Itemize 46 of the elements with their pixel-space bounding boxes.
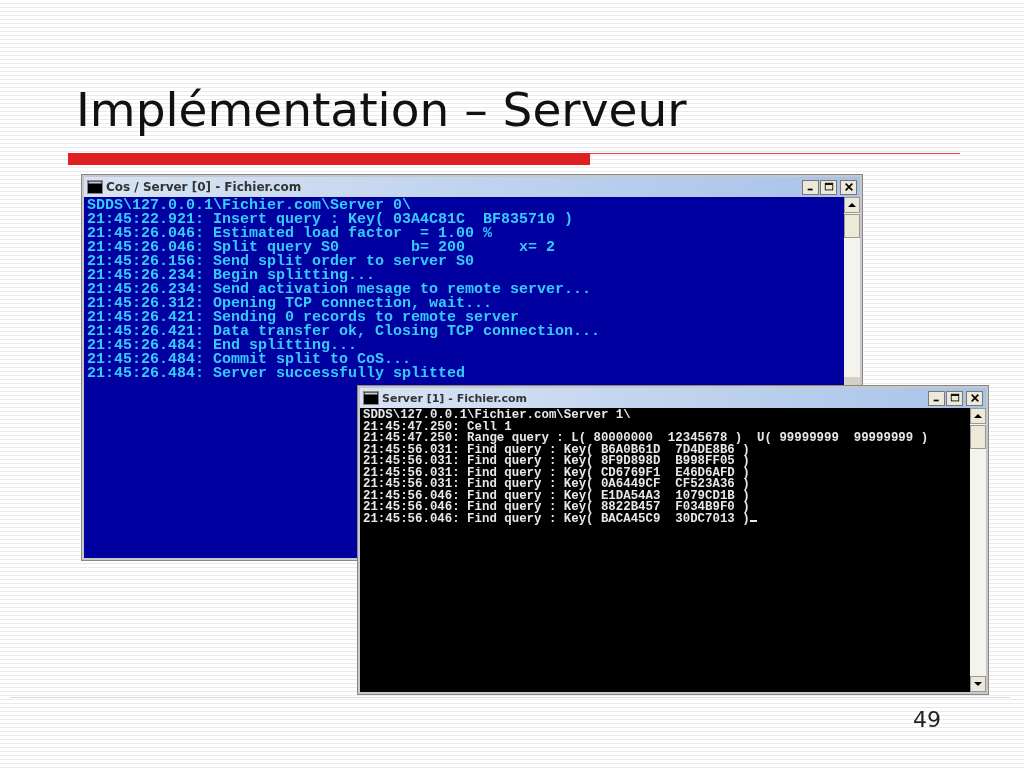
scroll-up-icon[interactable] bbox=[970, 408, 986, 424]
close-icon bbox=[969, 393, 980, 403]
minimize-button[interactable] bbox=[928, 390, 945, 406]
maximize-icon bbox=[949, 393, 960, 403]
console-line: 21:45:26.484: Commit split to CoS... bbox=[87, 353, 412, 367]
window-title: Server [1] - Fichier.com bbox=[382, 391, 528, 405]
console-line: SDDS\127.0.0.1\Fichier.com\Server 1\ bbox=[363, 410, 631, 422]
console-line: SDDS\127.0.0.1\Fichier.com\Server 0\ bbox=[87, 199, 412, 213]
maximize-icon bbox=[823, 182, 834, 192]
close-button[interactable] bbox=[840, 179, 857, 195]
maximize-button[interactable] bbox=[946, 390, 963, 406]
close-icon bbox=[843, 182, 854, 192]
console-line: 21:45:26.156: Send split order to server S0 bbox=[87, 255, 475, 269]
scrollbar[interactable] bbox=[844, 197, 860, 377]
console-icon bbox=[363, 391, 379, 405]
scroll-thumb[interactable] bbox=[844, 214, 860, 238]
console-line: 21:45:56.046: Find query : Key( BACA45C9 30DC7013 ) bbox=[363, 513, 757, 525]
console-line: 21:45:26.312: Opening TCP connection, wait... bbox=[87, 297, 493, 311]
console-line: 21:45:22.921: Insert query : Key( 03A4C81C BF835710 ) bbox=[87, 213, 574, 227]
console-line: 21:45:26.234: Begin splitting... bbox=[87, 269, 376, 283]
maximize-button[interactable] bbox=[820, 179, 837, 195]
console-line: 21:45:26.484: Server successfully splitted bbox=[87, 367, 466, 381]
console-line: 21:45:56.046: Find query : Key( 8822B457 F034B9F0 ) bbox=[363, 502, 750, 514]
window-title: Cos / Server [0] - Fichier.com bbox=[106, 180, 302, 194]
console-line: 21:45:56.031: Find query : Key( 8F9D898D B998FF05 ) bbox=[363, 456, 750, 468]
console-line: 21:45:26.046: Split query S0 b= 200 x= 2 bbox=[87, 241, 556, 255]
scrollbar[interactable] bbox=[970, 408, 986, 692]
console-line: 21:45:26.046: Estimated load factor = 1.00 % bbox=[87, 227, 493, 241]
console-line: 21:45:56.031: Find query : Key( 0A6449CF CF523A36 ) bbox=[363, 479, 750, 491]
console-icon bbox=[87, 180, 103, 194]
console-line: 21:45:47.250: Cell 1 bbox=[363, 421, 512, 433]
console-line: 21:45:47.250: Range query : L( 80000000 12345678 ) U( 99999999 99999999 ) bbox=[363, 433, 929, 445]
scroll-up-icon[interactable] bbox=[844, 197, 860, 213]
close-button[interactable] bbox=[966, 390, 983, 406]
scroll-thumb[interactable] bbox=[970, 425, 986, 449]
minimize-button[interactable] bbox=[802, 179, 819, 195]
console-line: 21:45:26.421: Data transfer ok, Closing TCP connection... bbox=[87, 325, 601, 339]
console-line: 21:45:56.031: Find query : Key( B6A0B61D 7D4DE8B6 ) bbox=[363, 444, 750, 456]
page-number: 49 bbox=[913, 707, 941, 732]
scroll-down-icon[interactable] bbox=[970, 676, 986, 692]
console-line: 21:45:26.234: Send activation mesage to remote server... bbox=[87, 283, 592, 297]
console-line: 21:45:26.421: Sending 0 records to remote server bbox=[87, 311, 520, 325]
console-line: 21:45:26.484: End splitting... bbox=[87, 339, 358, 353]
console-line: 21:45:56.031: Find query : Key( CD6769F1 E46D6AFD ) bbox=[363, 467, 750, 479]
console-line: 21:45:56.046: Find query : Key( E1DA54A3 1079CD1B ) bbox=[363, 490, 750, 502]
slide-title: Implémentation – Serveur bbox=[76, 82, 687, 137]
